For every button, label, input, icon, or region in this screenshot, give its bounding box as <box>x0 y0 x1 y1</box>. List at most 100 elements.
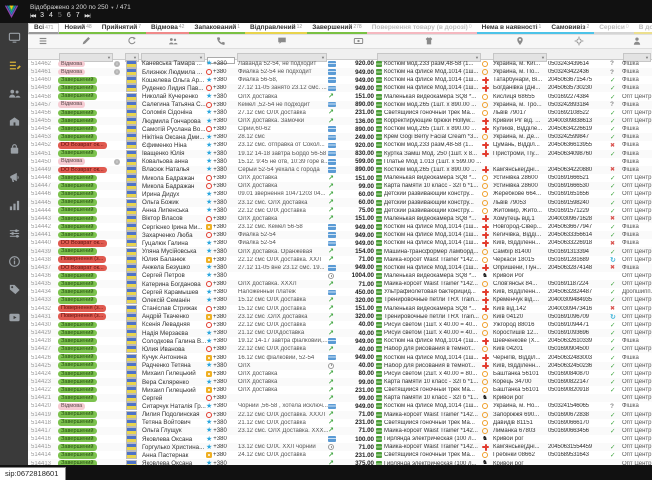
order-row[interactable]: 514418ЗавершенийТетяна Войтович★+38021.1… <box>28 419 652 427</box>
order-row[interactable]: 514450ВідмоваiКовальова анна★+38015.12. … <box>28 158 652 166</box>
order-row[interactable]: 514447ЗавершенийМикола Бадражан+380ОЛХ д… <box>28 182 652 190</box>
order-row[interactable]: 514455ЗавершенийЛюдмила Гончарова★+380ОЛ… <box>28 117 652 125</box>
tab-5[interactable]: Відправлений12 <box>245 23 307 34</box>
order-row[interactable]: 514445ЗавершенийОльга Божик★+38023.12 см… <box>28 198 652 206</box>
order-row[interactable]: 514426ЗавершенийКучук Антонина+38016.12 … <box>28 353 652 361</box>
app-logo-icon[interactable] <box>3 3 20 25</box>
order-row[interactable]: 514451ЗавершенийІващенко Юлія★+38019.12 … <box>28 150 652 158</box>
first-page-button[interactable]: |◀◀ <box>30 13 35 19</box>
order-row[interactable]: 514461ВідмоваiБлизнюк Людмила ...+380Фиа… <box>28 68 652 76</box>
header-customers-icon[interactable] <box>140 36 206 46</box>
order-row[interactable]: 514416ЗавершенийЯковлева Оксана★+380100.… <box>28 435 652 443</box>
order-row[interactable]: 514458ЗавершенийНиколай Кучеренко★+380ОЛ… <box>28 92 652 100</box>
order-row[interactable]: 514417ЗавершенийОльга Глущук★+38023.12 с… <box>28 427 652 435</box>
order-row[interactable]: 514438Повернення (з...Юлия Баланюк+38022… <box>28 256 652 264</box>
ukrposhta-icon <box>482 322 488 328</box>
page-button-5[interactable]: 5 <box>58 12 62 19</box>
order-row[interactable]: 514439ЗавершенийУляна Мусійовська★+380ОЛ… <box>28 247 652 255</box>
order-row[interactable]: 514440DO Возврат ок...Гуцалюк Галина★+38… <box>28 239 652 247</box>
ukraine-flag-icon <box>126 166 137 174</box>
order-row[interactable]: 514444ЗавершенийАнна Липенська★+38022.12… <box>28 207 652 215</box>
order-row[interactable]: 514453ЗавершенийНікітіна Оксана Дми...★+… <box>28 133 652 141</box>
tab-0[interactable]: Всі471 <box>28 23 59 34</box>
customer-phone: +380 <box>213 436 227 442</box>
header-product-icon[interactable] <box>376 36 482 46</box>
order-row[interactable]: 514432Повернення (з...Станіслав Стрижак+… <box>28 305 652 313</box>
order-row[interactable]: 514436ЗавершенийСергей Петров★+3801004.0… <box>28 272 652 280</box>
page-button-7[interactable]: 7 <box>76 12 80 19</box>
order-row[interactable]: 514452DO Возврат ок...Єфименко Ніна★+380… <box>28 141 652 149</box>
tab-7[interactable]: Повернення товару (в дорозі)0 <box>367 23 477 34</box>
sidebar-item-info[interactable] <box>0 250 28 278</box>
header-tracking-icon[interactable] <box>548 36 610 46</box>
tab-8[interactable]: Нема в наявності1 <box>477 23 547 34</box>
order-row[interactable]: 514425ЗавершенийРадченко Тетяна★+380ОЛХ4… <box>28 362 652 370</box>
order-row[interactable]: 514414ЗавершенийАнна Пастернак+38024.12 … <box>28 451 652 459</box>
tab-11[interactable]: В дорозі додому0 <box>634 23 652 34</box>
order-row[interactable]: 514415ЗавершенийГоргулько Христина...★+3… <box>28 443 652 451</box>
sidebar-item-tags[interactable] <box>0 278 28 306</box>
order-row[interactable]: 514430ЗавершенийКсенія Левадняя+38022.12… <box>28 321 652 329</box>
order-row[interactable]: 514460ЗавершенийКошелева Ольга Ар...★+38… <box>28 76 652 84</box>
header-money-icon[interactable] <box>340 36 376 46</box>
order-row[interactable]: 514427ЗавершенийЮлия Иванова+38022.12 см… <box>28 345 652 353</box>
order-row[interactable]: 514423ЗавершенийВера Скляренко★+380ОЛХ д… <box>28 378 652 386</box>
tab-4[interactable]: Запакований1 <box>189 23 245 34</box>
header-manager-icon[interactable] <box>622 36 652 46</box>
tab-9[interactable]: Самовивіз2 <box>546 23 594 34</box>
order-row[interactable]: 514424ЗавершенийМихаил Гилецький+380ОЛХ … <box>28 370 652 378</box>
tab-6[interactable]: Завершений278 <box>307 23 366 34</box>
sidebar-item-announcements[interactable] <box>0 166 28 194</box>
order-row[interactable]: 514435ЗавершенийКатерина Богданова+380ОЛ… <box>28 280 652 288</box>
order-row[interactable]: 514454ЗавершенийСамотій Руслана Во...+38… <box>28 125 652 133</box>
order-row[interactable]: 514419ЗавершенийЛилия Подолинская+38022.… <box>28 411 652 419</box>
sidebar-item-purchases[interactable] <box>0 138 28 166</box>
order-row[interactable]: 514434ЗавершенийСергей Карамышев★+380Нал… <box>28 288 652 296</box>
order-row[interactable]: 514431Повернення (з...Андрій Ткаченко+38… <box>28 313 652 321</box>
order-row[interactable]: 514449DO Возврат ок...Власюк Наталья★+38… <box>28 166 652 174</box>
header-phone-icon[interactable] <box>206 36 236 46</box>
sidebar-item-customers[interactable] <box>0 82 28 110</box>
order-row[interactable]: 514443ЗавершенийВіктор Власов+380ОЛХ дос… <box>28 215 652 223</box>
header-rows-icon[interactable] <box>28 36 58 46</box>
sidebar-item-dashboard[interactable] <box>0 26 28 54</box>
records-shown[interactable]: Відображено з 200 по 250 ▼ / 471 <box>30 4 131 11</box>
tab-2[interactable]: Прийнятий7 <box>97 23 146 34</box>
sidebar-item-store[interactable] <box>0 110 28 138</box>
tab-10[interactable]: Сервіси0 <box>594 23 633 34</box>
page-button-4[interactable]: 4 <box>49 12 53 19</box>
sidebar-item-stats[interactable] <box>0 194 28 222</box>
customer-phone: +380 <box>213 110 227 116</box>
page-button-6[interactable]: 6 <box>67 12 71 19</box>
ukraine-flag-icon <box>126 84 137 92</box>
order-row[interactable]: 514421ЗавершенийСергей+380↗99.00Карта па… <box>28 394 652 402</box>
product-box-icon <box>376 289 382 295</box>
page-button-3[interactable]: 3 <box>40 12 44 19</box>
order-row[interactable]: 514428ЗавершенийСолодкова Галина В...★+3… <box>28 337 652 345</box>
order-row[interactable]: 514462ВідмоваiКаневська Тамара ...★+380Л… <box>28 60 652 68</box>
order-row[interactable]: 514442ЗавершенийСергієнко Ірина Ми...+38… <box>28 223 652 231</box>
sidebar-item-video[interactable] <box>0 306 28 334</box>
sidebar-item-orders[interactable] <box>0 54 28 82</box>
header-location-icon[interactable] <box>492 36 548 46</box>
pagination-pages: 34567 <box>40 12 80 19</box>
order-row[interactable]: 514422ЗавершенийМихаил Гилецький+380ОЛХ … <box>28 386 652 394</box>
order-row[interactable]: 514456ЗавершенийСоломія Сідоніна★+38027.… <box>28 109 652 117</box>
last-page-button[interactable]: ▶▶| <box>85 13 90 19</box>
order-row[interactable]: 514459ЗавершенийРуденко Лидия Пав...+380… <box>28 84 652 92</box>
card-payment-icon <box>328 167 336 173</box>
order-row[interactable]: 514433ЗавершенийОлексій Семанін★+38015.1… <box>28 296 652 304</box>
order-row[interactable]: 514437DO Возврат ок...Анжела Безушко★+38… <box>28 264 652 272</box>
order-row[interactable]: 514420ВідмоваСитарчук Наталія Гр...★+380… <box>28 402 652 410</box>
sidebar-item-settings[interactable] <box>0 222 28 250</box>
header-refresh-icon[interactable] <box>124 36 140 46</box>
order-row[interactable]: 514448ЗавершенийМикола Бадражан+380ОЛХ д… <box>28 174 652 182</box>
order-row[interactable]: 514446ЗавершенийИрина Дидух★+38009.01 зв… <box>28 190 652 198</box>
order-row[interactable]: 514457ВідмоваСалегина Татьяна С...+380Ке… <box>28 101 652 109</box>
order-row[interactable]: 514441ЗавершенийЗахарченко Люба+380Фиалк… <box>28 231 652 239</box>
order-row[interactable]: 514429ЗавершенийНадія Мерзаєва★+38021.12… <box>28 329 652 337</box>
header-comment-icon[interactable] <box>236 36 328 46</box>
tab-3[interactable]: Відмова42 <box>146 23 189 34</box>
header-pencil-icon[interactable] <box>58 36 114 46</box>
tab-1[interactable]: Новий48 <box>59 23 96 34</box>
